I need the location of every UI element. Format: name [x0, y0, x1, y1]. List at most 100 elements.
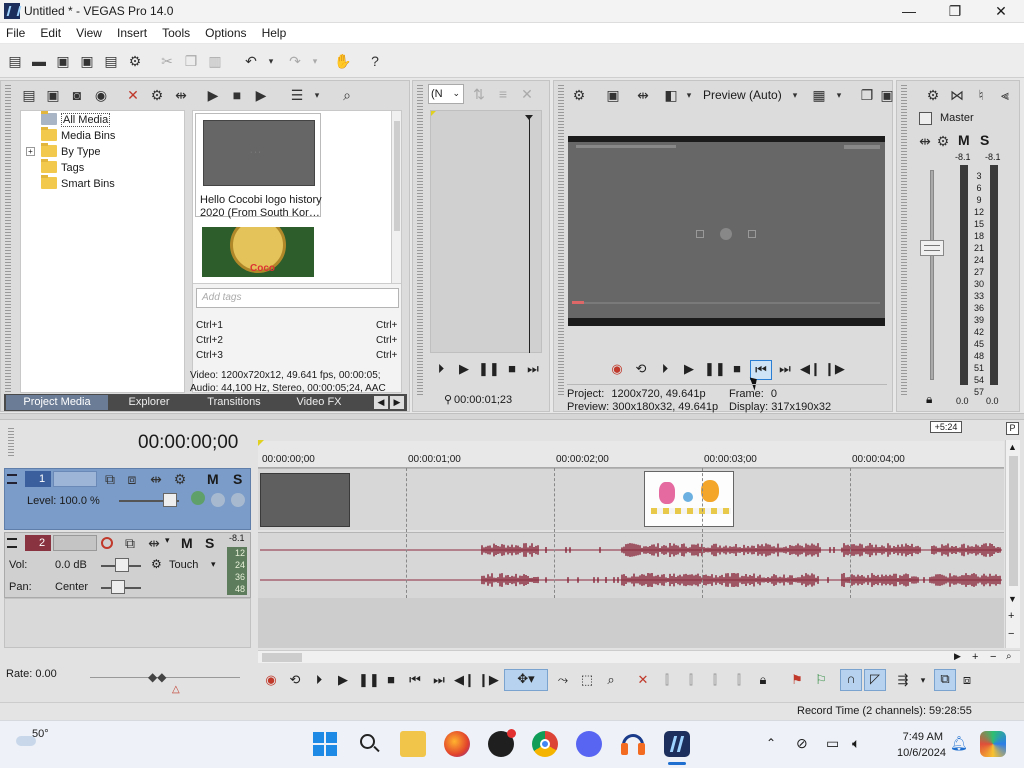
go-to-end-icon[interactable]: ⏭: [430, 671, 448, 689]
track-name-field[interactable]: [53, 471, 97, 487]
composite-mode-icon[interactable]: [191, 491, 205, 505]
pan-slider-handle[interactable]: [111, 580, 125, 594]
track-minimize-icon[interactable]: [7, 474, 17, 484]
minimize-button[interactable]: —: [886, 0, 932, 23]
scroll-thumb[interactable]: [1009, 456, 1018, 586]
media-list-scrollbar[interactable]: [391, 111, 401, 283]
views-icon[interactable]: ☰: [288, 86, 306, 104]
next-frame-icon[interactable]: ❙▶: [478, 671, 499, 689]
trimmer-close-icon[interactable]: ✕: [518, 85, 536, 103]
zoom-out-icon[interactable]: −: [1008, 628, 1014, 640]
overlays-icon[interactable]: ◧: [662, 86, 680, 104]
video-solo-button[interactable]: S: [233, 471, 242, 487]
downmix-icon[interactable]: ⋈: [948, 86, 966, 104]
remove-icon[interactable]: ✕: [124, 86, 142, 104]
master-insert-fx-icon[interactable]: ⇹: [916, 132, 934, 150]
save-as-icon[interactable]: ▣: [78, 52, 96, 70]
trimmer-loop-icon[interactable]: ⏭: [524, 360, 542, 378]
display-icon[interactable]: ▭: [826, 735, 839, 752]
master-mute-button[interactable]: M: [958, 132, 970, 148]
file-explorer-icon[interactable]: [400, 731, 426, 757]
previous-frame-icon[interactable]: ◀❙: [454, 671, 475, 689]
trimmer-view[interactable]: [430, 110, 542, 353]
hzoom-in-icon[interactable]: +: [972, 651, 978, 663]
obs-icon[interactable]: [488, 729, 516, 757]
hscroll-thumb[interactable]: [262, 653, 302, 662]
pause-icon[interactable]: ❚❚: [704, 360, 726, 378]
envelope-edit-tool-icon[interactable]: ⤳: [554, 671, 572, 689]
audio-track-header[interactable]: 2 ⧉ ⇹ ▾ M S -8.1 12 24 36 48 Vol: 0.0 dB ⚙ …: [4, 532, 251, 598]
master-properties-gear-icon[interactable]: ⚙: [924, 86, 942, 104]
preview-quality-chevron-icon[interactable]: ▾: [786, 86, 804, 104]
search-icon[interactable]: ⌕: [338, 86, 356, 104]
expand-icon[interactable]: +: [26, 147, 35, 156]
scroll-right-icon[interactable]: ▶: [954, 651, 961, 662]
video-track-header[interactable]: 1 ⧉ ⧈ ⇹ ⚙ M S Level: 100.0 %: [4, 468, 251, 530]
audio-fx-icon[interactable]: ⧉: [121, 534, 139, 552]
help-pointer-icon[interactable]: ?: [366, 52, 384, 70]
scroll-up-icon[interactable]: ▲: [1008, 442, 1017, 452]
snapping-icon[interactable]: ∩: [840, 669, 862, 691]
paste-icon[interactable]: ▥: [206, 52, 224, 70]
rate-slider-handle[interactable]: ◆◆: [148, 670, 166, 684]
scroll-down-icon[interactable]: ▼: [1008, 594, 1017, 604]
preview-video-frame[interactable]: [568, 136, 885, 326]
firefox-icon[interactable]: [444, 731, 470, 757]
notification-bell-icon[interactable]: 🔔︎: [950, 735, 968, 752]
master-fader-track[interactable]: [930, 170, 934, 380]
lock-envelopes-icon[interactable]: ⧉: [934, 669, 956, 691]
cut-icon[interactable]: ✂: [158, 52, 176, 70]
tab-project-media[interactable]: Project Media: [6, 395, 108, 410]
capture-icon[interactable]: ▣: [44, 86, 62, 104]
show-hidden-icons-chevron-icon[interactable]: ⌃: [766, 736, 776, 750]
discord-icon[interactable]: [576, 731, 602, 757]
zoom-edit-tool-icon[interactable]: ⌕: [602, 671, 620, 689]
play-icon[interactable]: ▶: [334, 671, 352, 689]
menu-options[interactable]: Options: [199, 23, 252, 43]
trimmer-sort-icon[interactable]: ⇅: [470, 85, 488, 103]
lock-icon[interactable]: 🔒︎: [754, 671, 772, 689]
audio-insert-icon[interactable]: ⇹: [145, 534, 163, 552]
import-media-icon[interactable]: ▤: [20, 86, 38, 104]
track-motion-icon[interactable]: ⧉: [101, 470, 119, 488]
auto-preview-icon[interactable]: ▶: [252, 86, 270, 104]
parent-composite-icon[interactable]: [211, 493, 225, 507]
play-from-start-icon[interactable]: ⏵: [656, 360, 674, 378]
trimmer-play-from-start-icon[interactable]: ⏵: [432, 360, 450, 378]
video-mute-button[interactable]: M: [207, 471, 219, 487]
timeline-grip[interactable]: [8, 428, 14, 458]
external-monitor-icon[interactable]: ▣: [604, 86, 622, 104]
normal-edit-tool-icon[interactable]: ✥▾: [504, 669, 548, 691]
render-icon[interactable]: ▤: [102, 52, 120, 70]
panel-grip[interactable]: [901, 85, 907, 395]
panel-grip[interactable]: [558, 85, 564, 395]
loop-playback-icon[interactable]: ⟲: [286, 671, 304, 689]
pause-icon[interactable]: ❚❚: [358, 671, 380, 689]
volume-icon[interactable]: 🔈︎: [852, 735, 860, 752]
views-dropdown-icon[interactable]: ▾: [308, 86, 326, 104]
level-slider-handle[interactable]: [163, 493, 177, 507]
video-clip-cocobi-logo[interactable]: [260, 473, 350, 527]
grid-icon[interactable]: ▦: [810, 86, 828, 104]
zoom-tool-icon[interactable]: ⌕: [1006, 651, 1012, 662]
master-fader-handle[interactable]: [920, 240, 944, 256]
play-icon[interactable]: ▶: [204, 86, 222, 104]
stop-icon[interactable]: ■: [228, 86, 246, 104]
tab-explorer[interactable]: Explorer: [110, 395, 188, 410]
open-icon[interactable]: ▬: [30, 52, 48, 70]
properties-gear-icon[interactable]: ⚙: [126, 52, 144, 70]
add-tags-field[interactable]: Add tags: [196, 288, 399, 308]
preview-quality-dropdown[interactable]: Preview (Auto): [703, 88, 782, 102]
preview-properties-gear-icon[interactable]: ⚙: [570, 86, 588, 104]
network-offline-icon[interactable]: ⊘: [796, 735, 808, 752]
video-clip-characters[interactable]: [644, 471, 734, 527]
audacity-icon[interactable]: [620, 731, 646, 757]
delete-icon[interactable]: ✕: [634, 671, 652, 689]
redo-icon[interactable]: ↷: [286, 52, 304, 70]
tree-item-all-media[interactable]: All Media: [41, 111, 111, 128]
tab-video-fx[interactable]: Video FX: [280, 395, 358, 410]
trimmer-list-icon[interactable]: ≡: [494, 85, 512, 103]
automation-gear-icon[interactable]: ⚙: [151, 557, 162, 571]
search-icon[interactable]: [356, 731, 382, 757]
grid-dropdown-icon[interactable]: ▾: [830, 86, 848, 104]
